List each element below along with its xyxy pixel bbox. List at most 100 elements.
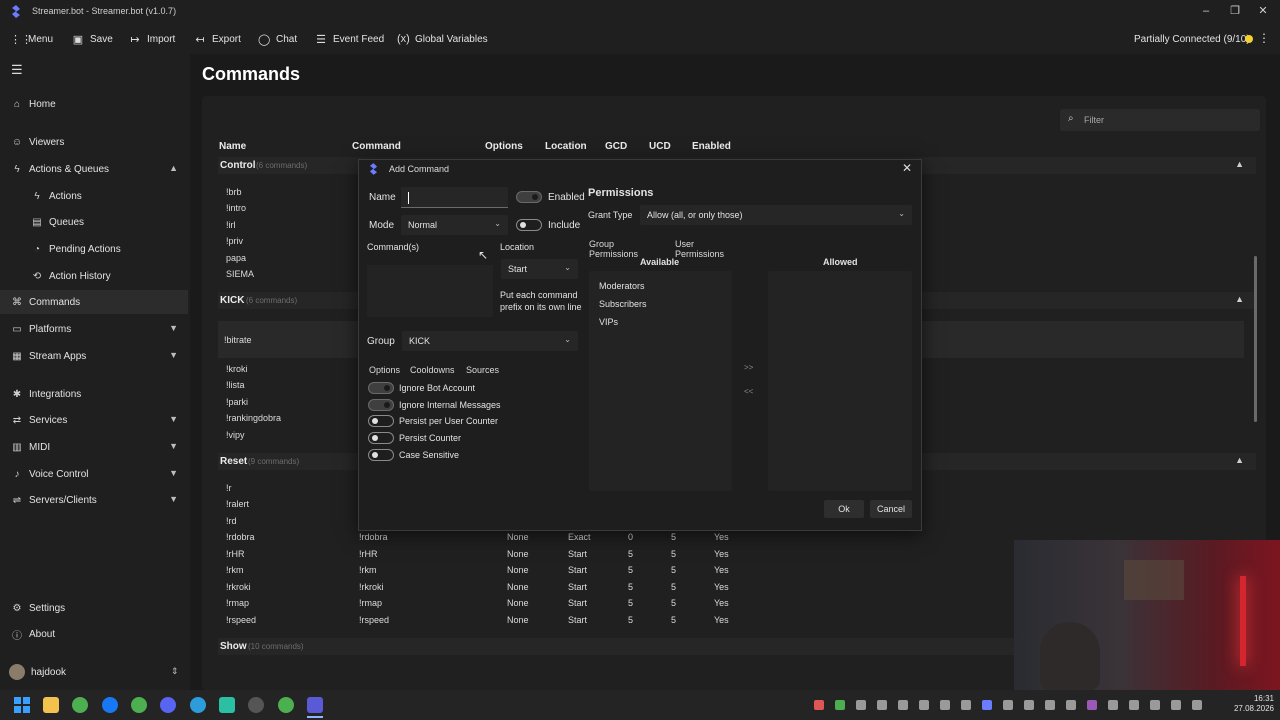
microphone-icon[interactable] xyxy=(1150,700,1160,710)
enabled-toggle[interactable] xyxy=(516,191,542,203)
column-header-command[interactable]: Command xyxy=(352,141,401,152)
sidebar-item-servers-clients[interactable]: ⇌ Servers/Clients ▼ xyxy=(0,488,188,512)
sidebar-item-platforms[interactable]: ▭ Platforms ▼ xyxy=(0,317,188,341)
sidebar-item-home[interactable]: ⌂ Home xyxy=(0,92,188,116)
global-variables-button[interactable]: (x) Global Variables xyxy=(397,32,488,46)
app-icon[interactable] xyxy=(219,697,235,713)
user-expand-icon[interactable]: ⇕ xyxy=(171,666,179,677)
app-icon[interactable] xyxy=(190,697,206,713)
filter-input[interactable]: ⌕ Filter xyxy=(1060,109,1260,131)
tray-icon[interactable] xyxy=(1087,700,1097,710)
name-input[interactable] xyxy=(401,187,508,208)
import-button[interactable]: ↦ Import xyxy=(129,32,175,46)
tray-icon[interactable] xyxy=(1045,700,1055,710)
cancel-button[interactable]: Cancel xyxy=(870,500,912,518)
table-scrollbar[interactable] xyxy=(1254,256,1257,422)
menu-button[interactable]: ⋮⋮ Menu xyxy=(10,32,53,46)
column-header-enabled[interactable]: Enabled xyxy=(692,141,731,152)
battery-icon[interactable] xyxy=(1192,700,1202,710)
mode-select[interactable]: Normal ⌄ xyxy=(401,215,508,235)
sidebar-item-commands[interactable]: ⌘ Commands xyxy=(0,290,188,314)
column-header-options[interactable]: Options xyxy=(485,141,523,152)
sidebar-item-midi[interactable]: ▥ MIDI ▼ xyxy=(0,435,188,459)
chrome-icon[interactable] xyxy=(278,697,294,713)
tray-icon[interactable] xyxy=(940,700,950,710)
system-clock[interactable]: 16:31 27.08.2026 xyxy=(1214,694,1274,714)
obs-icon[interactable] xyxy=(248,697,264,713)
ok-button[interactable]: Ok xyxy=(824,500,864,518)
hamburger-icon[interactable]: ☰ xyxy=(11,62,23,78)
tray-icon[interactable] xyxy=(961,700,971,710)
windows-start-icon[interactable] xyxy=(14,697,30,713)
grant-type-select[interactable]: Allow (all, or only those) ⌄ xyxy=(640,205,912,225)
allowed-label: Allowed xyxy=(823,257,858,267)
persist-counter-toggle[interactable] xyxy=(368,432,394,444)
commands-textarea[interactable] xyxy=(367,265,493,317)
tray-icon[interactable] xyxy=(814,700,824,710)
column-header-name[interactable]: Name xyxy=(219,141,246,152)
tray-icon[interactable] xyxy=(1108,700,1118,710)
column-header-ucd[interactable]: UCD xyxy=(649,141,671,152)
facebook-icon[interactable] xyxy=(102,697,118,713)
minimize-icon[interactable]: – xyxy=(1199,4,1213,18)
sidebar-item-queues[interactable]: ▤ Queues xyxy=(0,210,188,234)
keyboard-icon[interactable] xyxy=(1129,700,1139,710)
chrome-icon[interactable] xyxy=(72,697,88,713)
tab-options[interactable]: Options xyxy=(369,365,400,375)
speaker-icon[interactable] xyxy=(1171,700,1181,710)
close-icon[interactable]: ✕ xyxy=(1256,4,1270,18)
tab-group-permissions[interactable]: Group Permissions xyxy=(589,239,638,259)
more-menu-icon[interactable]: ⋮ xyxy=(1258,31,1270,45)
tray-icon[interactable] xyxy=(919,700,929,710)
sidebar-item-integrations[interactable]: ✱ Integrations xyxy=(0,382,188,406)
discord-icon[interactable] xyxy=(160,697,176,713)
ignore-bot-account-toggle[interactable] xyxy=(368,382,394,394)
save-button[interactable]: ▣ Save xyxy=(72,32,113,46)
maximize-icon[interactable]: ❐ xyxy=(1228,4,1242,18)
list-item[interactable]: Subscribers xyxy=(599,299,647,309)
tab-sources[interactable]: Sources xyxy=(466,365,499,375)
tray-icon[interactable] xyxy=(1066,700,1076,710)
user-name[interactable]: hajdook xyxy=(31,667,66,678)
connection-status[interactable]: Partially Connected (9/10) xyxy=(1134,34,1250,45)
file-explorer-icon[interactable] xyxy=(43,697,59,713)
sidebar-item-settings[interactable]: ⚙ Settings xyxy=(0,596,188,620)
sidebar-item-action-history[interactable]: ⟲ Action History xyxy=(0,264,188,288)
sidebar-item-about[interactable]: ⓘ About xyxy=(0,622,188,646)
tray-icon[interactable] xyxy=(877,700,887,710)
sidebar-item-stream-apps[interactable]: ▦ Stream Apps ▼ xyxy=(0,344,188,368)
include-toggle[interactable] xyxy=(516,219,542,231)
event-feed-button[interactable]: ☰ Event Feed xyxy=(315,32,384,46)
tray-icon[interactable] xyxy=(982,700,992,710)
tray-icon[interactable] xyxy=(835,700,845,710)
sidebar-item-pending-actions[interactable]: ◔ Pending Actions xyxy=(0,237,188,261)
tray-icon[interactable] xyxy=(856,700,866,710)
tray-icon[interactable] xyxy=(1003,700,1013,710)
sidebar-item-services[interactable]: ⇄ Services ▼ xyxy=(0,408,188,432)
chat-button[interactable]: ◯ Chat xyxy=(258,32,297,46)
list-item[interactable]: VIPs xyxy=(599,317,618,327)
export-button[interactable]: ↤ Export xyxy=(194,32,241,46)
column-header-gcd[interactable]: GCD xyxy=(605,141,627,152)
ignore-internal-messages-toggle[interactable] xyxy=(368,399,394,411)
location-select[interactable]: Start ⌄ xyxy=(501,259,578,279)
tab-cooldowns[interactable]: Cooldowns xyxy=(410,365,455,375)
streamerbot-icon[interactable] xyxy=(307,697,323,713)
list-item[interactable]: Moderators xyxy=(599,281,645,291)
tray-icon[interactable] xyxy=(898,700,908,710)
allowed-list[interactable] xyxy=(768,271,912,491)
chrome-icon[interactable] xyxy=(131,697,147,713)
sidebar-item-actions[interactable]: ϟ Actions xyxy=(0,184,188,208)
sidebar-item-viewers[interactable]: ☺ Viewers xyxy=(0,130,188,154)
sidebar-item-actions-queues[interactable]: ϟ Actions & Queues ▲ xyxy=(0,157,188,181)
add-permission-button[interactable]: >> xyxy=(744,363,753,372)
group-select[interactable]: KICK ⌄ xyxy=(402,331,578,351)
remove-permission-button[interactable]: << xyxy=(744,387,753,396)
case-sensitive-toggle[interactable] xyxy=(368,449,394,461)
chevron-left-icon[interactable] xyxy=(1024,700,1034,710)
persist-per-user-counter-toggle[interactable] xyxy=(368,415,394,427)
dialog-close-icon[interactable]: ✕ xyxy=(902,161,912,175)
column-header-location[interactable]: Location xyxy=(545,141,587,152)
tab-user-permissions[interactable]: User Permissions xyxy=(675,239,724,259)
sidebar-item-voice-control[interactable]: ♪ Voice Control ▼ xyxy=(0,462,188,486)
